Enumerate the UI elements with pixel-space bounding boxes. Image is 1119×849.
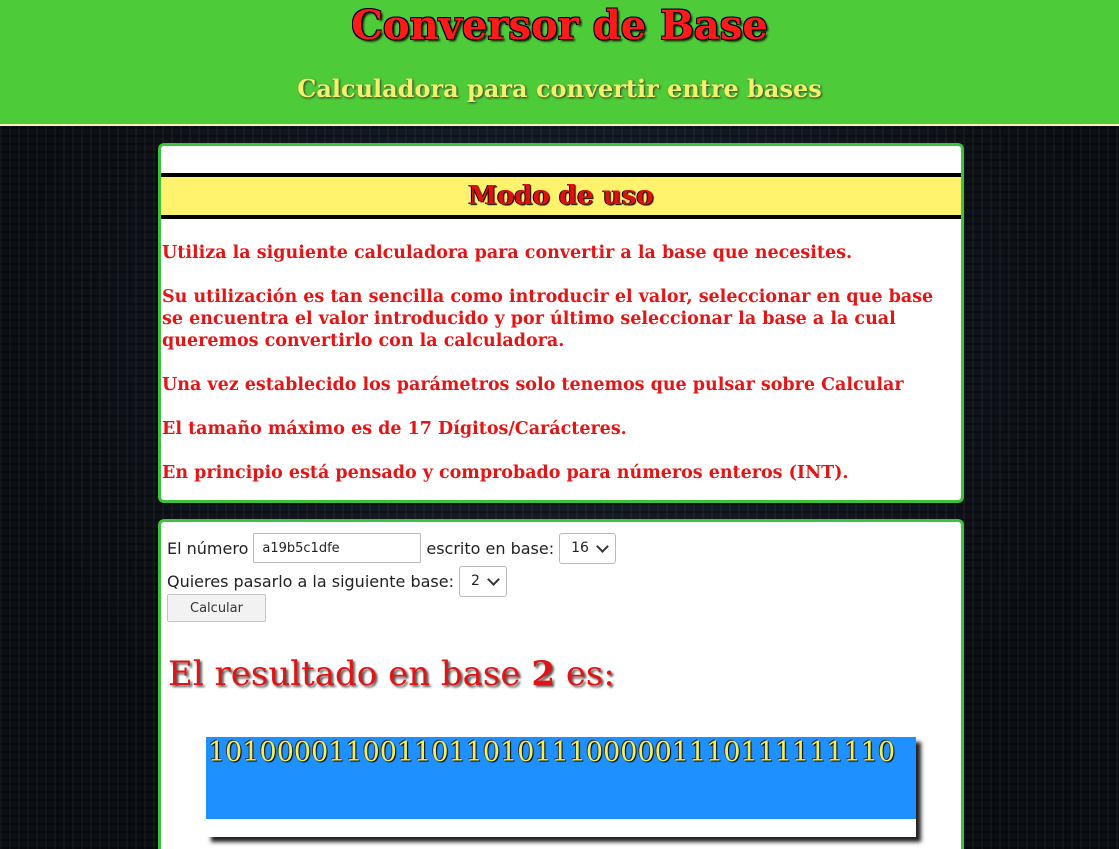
result-base: 2: [531, 654, 555, 694]
target-base-row: Quieres pasarlo a la siguiente base: 2: [167, 565, 507, 597]
result-value: 1010000110011011010111000001110111111110: [208, 737, 896, 768]
to-base-value: 2: [470, 573, 480, 589]
number-row: El número escrito en base: 16: [167, 532, 616, 564]
number-input[interactable]: [253, 533, 422, 563]
usage-paragraph: En principio está pensado y comprobado p…: [162, 463, 849, 483]
to-base-select[interactable]: 2: [458, 565, 507, 597]
site-title: Conversor de Base: [351, 2, 768, 49]
usage-heading: Modo de uso: [468, 181, 654, 211]
calculate-button[interactable]: Calcular: [167, 594, 266, 622]
result-heading-prefix: El resultado en base: [168, 654, 521, 694]
usage-card: Modo de uso Utiliza la siguiente calcula…: [158, 143, 964, 503]
from-base-value: 16: [571, 540, 589, 556]
calculator-card: El número escrito en base: 16 Quieres pa…: [158, 519, 964, 849]
from-base-select[interactable]: 16: [559, 532, 616, 564]
usage-instructions: Utiliza la siguiente calculadora para co…: [162, 242, 960, 506]
usage-paragraph: Utiliza la siguiente calculadora para co…: [162, 243, 853, 263]
number-label: El número: [167, 538, 249, 558]
site-subtitle: Calculadora para convertir entre bases: [297, 74, 822, 103]
usage-paragraph: Su utilización es tan sencilla como intr…: [162, 287, 934, 351]
result-box: 1010000110011011010111000001110111111110: [206, 737, 916, 837]
usage-heading-band: Modo de uso: [161, 173, 961, 219]
usage-paragraph: El tamaño máximo es de 17 Dígitos/Caráct…: [162, 419, 627, 439]
result-heading: El resultado en base 2 es:: [168, 652, 615, 696]
chevron-down-icon: [487, 572, 500, 586]
result-heading-suffix: es:: [565, 654, 615, 694]
from-base-label: escrito en base:: [426, 538, 555, 558]
usage-paragraph: Una vez establecido los parámetros solo …: [162, 375, 904, 395]
chevron-down-icon: [596, 539, 609, 553]
to-base-label: Quieres pasarlo a la siguiente base:: [167, 571, 454, 591]
site-header: Conversor de Base Calculadora para conve…: [0, 0, 1119, 126]
